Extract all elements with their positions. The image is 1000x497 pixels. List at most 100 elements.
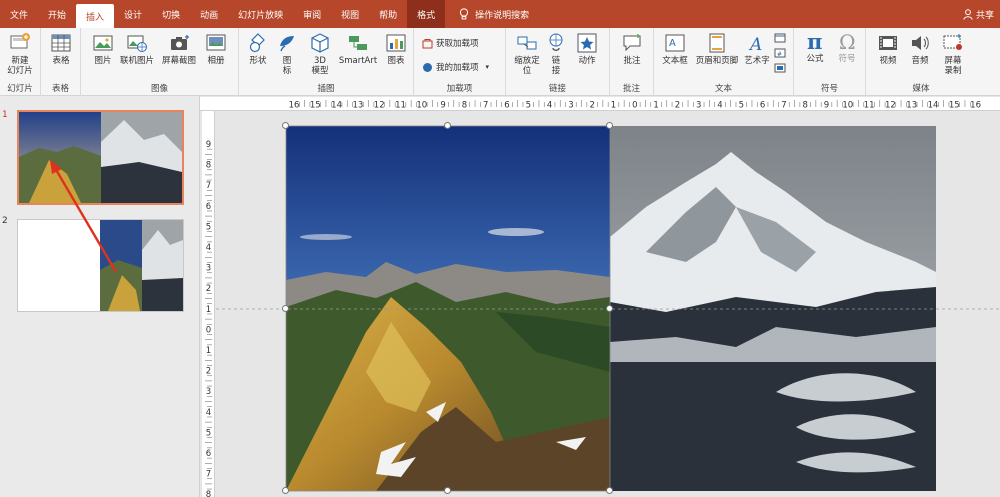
ruler-label: 8: [462, 101, 467, 111]
tab-review[interactable]: 审阅: [293, 0, 331, 28]
new-slide-icon: [10, 33, 30, 49]
picture-button[interactable]: 图片: [89, 32, 117, 66]
tab-help[interactable]: 帮助: [369, 0, 407, 28]
album-button[interactable]: 相册: [201, 32, 231, 66]
shapes-button[interactable]: 形状: [245, 32, 271, 66]
new-slide-label-2: 幻灯片: [7, 66, 33, 76]
get-addins-button[interactable]: 获取加载项: [422, 37, 479, 49]
ruler-label: 9: [440, 101, 445, 111]
screen-rec-label-1: 屏幕: [944, 56, 962, 66]
comment-icon: [623, 34, 641, 52]
online-picture-button[interactable]: 联机图片: [117, 32, 157, 66]
share-button[interactable]: 共享: [963, 0, 994, 28]
vertical-ruler[interactable]: 9876543210123456789: [202, 111, 215, 497]
object-icon[interactable]: [774, 63, 786, 73]
smartart-button[interactable]: SmartArt: [337, 32, 379, 66]
tab-animations[interactable]: 动画: [190, 0, 228, 28]
ruler-label: 0: [632, 101, 637, 111]
cube-icon: [311, 33, 329, 53]
link-label-2: 接: [551, 66, 561, 76]
slide-editing-canvas[interactable]: [216, 112, 1000, 497]
tab-slideshow[interactable]: 幻灯片放映: [228, 0, 293, 28]
resize-handle-bottom-right[interactable]: [606, 487, 613, 494]
horizontal-ruler[interactable]: 16 15 14 13 12 11 10 9 8 7 6 5 4 3 2 1 0 1 2 3 4 5 6 7 8 9 10 11 12 1…: [200, 97, 1000, 111]
3d-model-label-2: 模型: [311, 66, 329, 76]
equation-button[interactable]: π 公式: [800, 30, 830, 64]
symbol-label: 符号: [838, 54, 856, 64]
tab-home[interactable]: 开始: [38, 0, 76, 28]
ruler-label: 1: [611, 101, 616, 111]
resize-handle-top[interactable]: [444, 122, 451, 129]
resize-handle-top-left[interactable]: [282, 122, 289, 129]
chart-button[interactable]: 图表: [383, 32, 409, 66]
link-button[interactable]: 链 接: [544, 32, 568, 76]
tab-format[interactable]: 格式: [407, 0, 446, 28]
date-time-icon[interactable]: [774, 33, 786, 43]
ruler-label: 3: [206, 387, 211, 397]
resize-handle-top-right[interactable]: [606, 122, 613, 129]
my-addins-button[interactable]: 我的加载项 ▾: [422, 61, 489, 73]
ribbon-insert: 新建 幻灯片 幻灯片 表格 表格 图片 联机图片 屏幕截图 相册 图像 形状 图…: [0, 28, 1000, 96]
zoom-label-1: 缩放定: [514, 56, 540, 66]
tell-me-search[interactable]: 操作说明搜索: [445, 0, 529, 28]
dropdown-arrow-icon: ▾: [485, 63, 490, 71]
action-button[interactable]: 动作: [574, 32, 600, 66]
link-icon: [549, 33, 563, 51]
tab-transitions[interactable]: 切换: [152, 0, 190, 28]
resize-handle-bottom[interactable]: [444, 487, 451, 494]
group-comments: 批注 批注: [610, 28, 654, 96]
screenshot-label: 屏幕截图: [161, 56, 196, 66]
ruler-label: 16: [970, 101, 981, 111]
ruler-label: 15: [949, 101, 960, 111]
audio-label: 音频: [911, 56, 929, 66]
screen-recording-button[interactable]: 屏幕 录制: [938, 32, 968, 76]
slide-number-icon[interactable]: #: [774, 48, 786, 58]
wordart-icon: A: [748, 35, 762, 54]
comment-button[interactable]: 批注: [618, 32, 646, 66]
ruler-label: 11: [864, 101, 875, 111]
mountain-photo-left[interactable]: [286, 126, 610, 491]
smartart-label: SmartArt: [338, 56, 378, 66]
film-icon: [879, 36, 897, 50]
ruler-label: 0: [206, 325, 211, 335]
ruler-label: 2: [589, 101, 594, 111]
audio-button[interactable]: 音频: [906, 32, 934, 66]
tab-file[interactable]: 文件: [0, 0, 38, 28]
symbol-button[interactable]: Ω 符号: [832, 30, 862, 64]
group-media: 视频 音频 屏幕 录制 媒体: [866, 28, 976, 96]
resize-handle-right[interactable]: [606, 305, 613, 312]
ruler-label: 8: [206, 161, 211, 171]
ruler-label: 4: [547, 101, 552, 111]
video-button[interactable]: 视频: [874, 32, 902, 66]
resize-handle-left[interactable]: [282, 305, 289, 312]
screenshot-button[interactable]: 屏幕截图: [157, 32, 201, 66]
tab-view[interactable]: 视图: [331, 0, 369, 28]
group-illustrations: 形状 图 标 3D 模型 SmartArt 图表 插图: [239, 28, 414, 96]
table-button[interactable]: 表格: [47, 32, 75, 66]
tab-insert[interactable]: 插入: [76, 4, 115, 28]
photo-album-icon: [206, 34, 226, 51]
wordart-button[interactable]: A 艺术字: [742, 32, 772, 66]
person-icon: [963, 8, 973, 20]
shapes-label: 形状: [249, 56, 267, 66]
3d-model-button[interactable]: 3D 模型: [307, 32, 333, 76]
ruler-label: 16: [289, 101, 300, 111]
icons-icon: [280, 36, 294, 52]
chart-icon: [386, 34, 406, 52]
resize-handle-bottom-left[interactable]: [282, 487, 289, 494]
header-footer-button[interactable]: 页眉和页脚: [692, 32, 742, 66]
picture-label: 图片: [94, 56, 112, 66]
ruler-label: 2: [675, 101, 680, 111]
zoom-button[interactable]: 缩放定 位: [510, 32, 544, 76]
new-slide-button[interactable]: 新建 幻灯片: [2, 32, 38, 76]
group-symbols-label: 符号: [820, 84, 838, 94]
mountain-photo-right[interactable]: [610, 126, 936, 491]
tab-design[interactable]: 设计: [114, 0, 152, 28]
icons-button[interactable]: 图 标: [275, 32, 299, 76]
red-arrow-annotation: [50, 160, 118, 273]
online-picture-label: 联机图片: [119, 56, 154, 66]
group-illustrations-label: 插图: [317, 84, 335, 94]
group-comments-label: 批注: [622, 84, 640, 94]
group-addins: 获取加载项 我的加载项 ▾ 加载项: [414, 28, 506, 96]
textbox-button[interactable]: A 文本框: [658, 32, 692, 66]
